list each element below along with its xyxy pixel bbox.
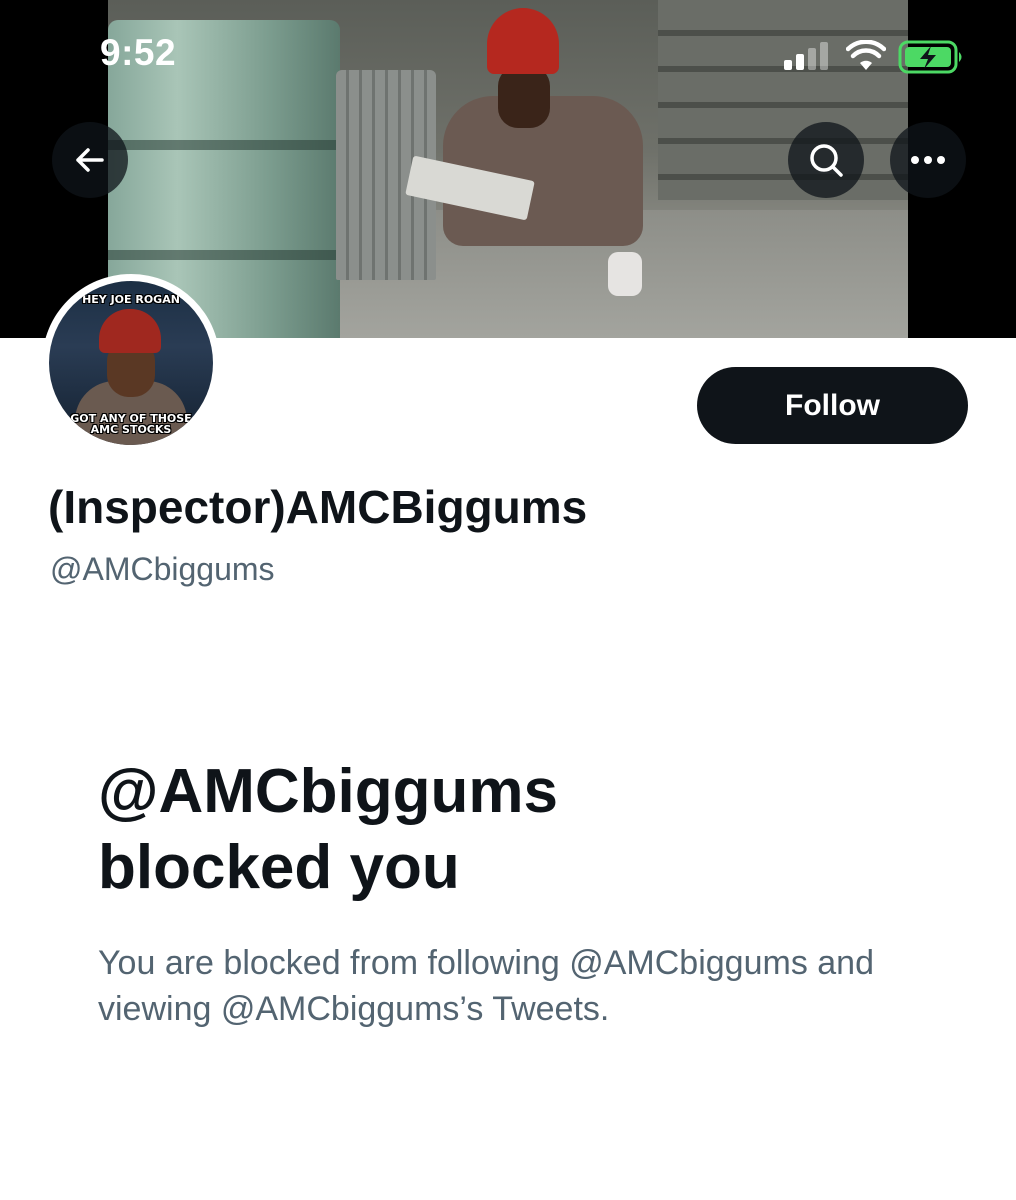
- avatar[interactable]: HEY JOE ROGAN GOT ANY OF THOSE AMC STOCK…: [42, 274, 220, 452]
- blocked-description: You are blocked from following @AMCbiggu…: [98, 944, 874, 1028]
- profile-display-name: (Inspector)AMCBiggums: [48, 481, 588, 533]
- avatar-meme-bottom-text: GOT ANY OF THOSE AMC STOCKS: [49, 413, 213, 435]
- blocked-title: @AMCbiggums blocked you: [98, 754, 818, 906]
- cellular-signal-icon: [784, 42, 830, 70]
- banner-person-hat: [487, 8, 559, 74]
- avatar-meme-top-text: HEY JOE ROGAN: [82, 293, 180, 306]
- avatar-meme-bottom-line2: AMC STOCKS: [90, 423, 172, 436]
- wifi-icon: [846, 40, 886, 70]
- search-button[interactable]: [788, 122, 864, 198]
- avatar-image: HEY JOE ROGAN GOT ANY OF THOSE AMC STOCK…: [49, 281, 213, 445]
- profile-handle: @AMCbiggums: [50, 551, 275, 587]
- blocked-title-line2: blocked you: [98, 833, 460, 902]
- banner-person-face: [498, 66, 550, 128]
- follow-button[interactable]: Follow: [697, 367, 968, 444]
- more-options-icon: [911, 156, 945, 164]
- status-time: 9:52: [100, 32, 177, 73]
- avatar-person-hat: [99, 309, 161, 353]
- search-icon: [810, 144, 843, 177]
- back-button[interactable]: [52, 122, 128, 198]
- battery-charging-icon: [898, 40, 962, 74]
- blocked-title-line1: @AMCbiggums: [98, 757, 558, 826]
- arrow-left-icon: [76, 148, 104, 172]
- banner-shoe: [608, 252, 642, 296]
- banner-steps: [658, 0, 908, 200]
- more-options-button[interactable]: [890, 122, 966, 198]
